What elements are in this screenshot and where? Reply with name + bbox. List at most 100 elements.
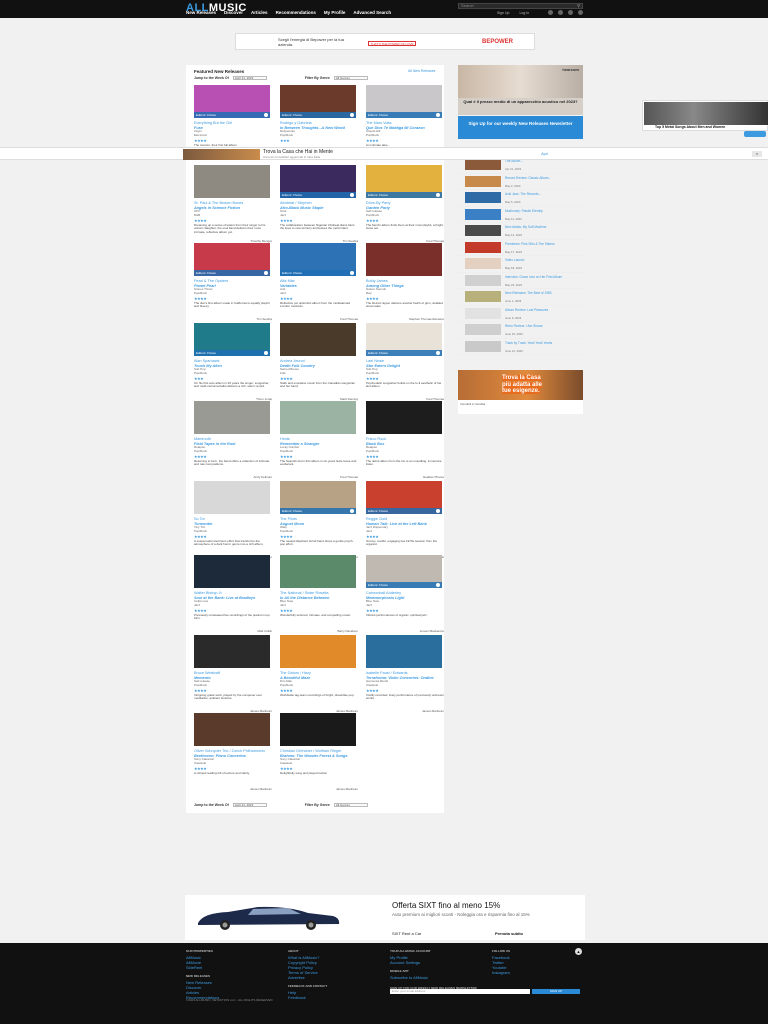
- album-card[interactable]: Editors' Choice Pearl & The Oysters Planet…: [194, 243, 272, 321]
- week-select[interactable]: April 21, 2023: [232, 76, 267, 80]
- album-card[interactable]: Editors' Choice Alan Sparhawk Touch My Ali…: [194, 323, 272, 401]
- sticky-strip-ad[interactable]: Trova la Casa che Hai in Mente Annunci i…: [0, 147, 768, 160]
- article-thumbnail[interactable]: [465, 192, 501, 203]
- album-card[interactable]: Editors' Choice Lael Neale Star Eaters Del…: [366, 323, 444, 401]
- article-thumbnail[interactable]: [465, 258, 501, 269]
- album-card[interactable]: Frisco Rock Black Box Relapse Pop/Rock ★★★★ T…: [366, 401, 444, 479]
- article-thumbnail[interactable]: [465, 208, 501, 220]
- album-cover[interactable]: Editors' Choice: [194, 323, 270, 356]
- sidebar-article[interactable]: New Artists: My Soft Machine May 12, 2023: [458, 223, 583, 240]
- play-icon[interactable]: [436, 509, 440, 513]
- album-card[interactable]: Hinds Remember a Stranger Lucky Number Pop/…: [280, 401, 358, 479]
- album-critic[interactable]: Matt Collar: [194, 629, 272, 633]
- youtube-icon[interactable]: [578, 10, 583, 15]
- nav-my-profile[interactable]: My Profile: [324, 10, 346, 15]
- album-cover[interactable]: [280, 555, 356, 588]
- article-title[interactable]: Track by Track: Yeah Yeah Yeahs: [505, 341, 580, 345]
- album-critic[interactable]: Fred Thomas: [280, 317, 358, 321]
- article-thumbnail[interactable]: [465, 307, 501, 319]
- play-icon[interactable]: [436, 351, 440, 355]
- article-title[interactable]: Mudhoney: Plastic Eternity: [505, 209, 580, 213]
- sidebar-article[interactable]: Album Review: Lost Pleasures June 9, 2023: [458, 306, 583, 322]
- play-icon[interactable]: [264, 351, 268, 355]
- album-card[interactable]: Editors' Choice Afrobeat / Stephen Afro-Bl…: [280, 165, 358, 243]
- album-critic[interactable]: Tim Sendra: [194, 317, 272, 321]
- newsletter-signup-button[interactable]: SIGN UP: [532, 989, 580, 994]
- album-critic[interactable]: James Manheim: [194, 787, 272, 791]
- top-banner-ad[interactable]: Scegli l'energia di Bepower per la tua a…: [235, 33, 535, 50]
- close-floating-ad-button[interactable]: [744, 131, 766, 137]
- album-card[interactable]: The National / Sister Rosetta In All the …: [280, 555, 358, 633]
- article-title[interactable]: Acid Jazz: The Records...: [505, 192, 580, 196]
- album-card[interactable]: Editors' Choice Reggie Gold Human Talk: Li…: [366, 481, 444, 559]
- album-critic[interactable]: Andy Kellman: [194, 475, 272, 479]
- play-icon[interactable]: [350, 193, 354, 197]
- album-cover[interactable]: [280, 323, 356, 356]
- album-cover[interactable]: Editors' Choice: [366, 481, 442, 514]
- ad-cta[interactable]: Prenota subito: [495, 931, 523, 936]
- ad-cta-button[interactable]: THAT'S THE POWER OF LOVE: [368, 41, 416, 46]
- play-icon[interactable]: [350, 113, 354, 117]
- album-cover[interactable]: Editors' Choice: [280, 165, 356, 198]
- sidebar-article[interactable]: Mudhoney: Plastic Eternity May 11, 2023: [458, 207, 583, 223]
- article-thumbnail[interactable]: [465, 340, 501, 352]
- album-card[interactable]: Bruce Wetstraff Memento Self-release Pop/Ro…: [194, 635, 272, 713]
- play-icon[interactable]: [350, 271, 354, 275]
- back-to-top-button[interactable]: ▲: [575, 948, 582, 955]
- album-card[interactable]: St. Paul & The Broken Bones Angels in Sci…: [194, 165, 272, 243]
- twitter-icon[interactable]: [558, 10, 563, 15]
- article-title[interactable]: Record Review: Classic Album...: [505, 176, 580, 180]
- sidebar-article[interactable]: Record Review: Classic Album... May 2, 20…: [458, 174, 583, 190]
- close-icon[interactable]: x: [752, 151, 762, 157]
- nav-recommendations[interactable]: Recommendations: [276, 10, 316, 15]
- album-artist[interactable]: Oliver Schnyder Trio / Zurich Philharmon…: [194, 749, 272, 754]
- search-icon[interactable]: ⚲: [577, 4, 580, 8]
- album-card[interactable]: Christian Gerhaher / Wolfram Rieger Brahm…: [280, 713, 358, 791]
- article-title[interactable]: Video Launch: [505, 258, 580, 262]
- album-critic[interactable]: Timothy Monger: [194, 239, 272, 243]
- album-critic[interactable]: Thom Jurek: [194, 397, 272, 401]
- album-critic[interactable]: Tim Sendra: [280, 239, 358, 243]
- facebook-icon[interactable]: [548, 10, 553, 15]
- album-critic[interactable]: Fred Thomas: [366, 239, 444, 243]
- album-cover[interactable]: Editors' Choice: [366, 85, 442, 118]
- nav-new-releases[interactable]: New Releases: [186, 10, 216, 15]
- article-title[interactable]: New Artists: My Soft Machine: [505, 225, 580, 229]
- footer-link[interactable]: Advertise: [288, 975, 327, 980]
- sidebar-article[interactable]: Interview: Grace Ives on Her First Album…: [458, 273, 583, 289]
- sidebar-article[interactable]: Track by Track: Yeah Yeah Yeahs June 21, …: [458, 339, 583, 355]
- play-icon[interactable]: [350, 509, 354, 513]
- week-select[interactable]: April 21, 2023: [232, 803, 267, 807]
- sidebar-article[interactable]: Video Launch May 18, 2023: [458, 256, 583, 273]
- album-cover[interactable]: Editors' Choice: [366, 165, 442, 198]
- album-cover[interactable]: Editors' Choice: [194, 243, 270, 276]
- article-title[interactable]: Interview: Grace Ives on Her First Album: [505, 275, 580, 279]
- album-cover[interactable]: Editors' Choice: [280, 481, 356, 514]
- footer-link[interactable]: Subscribe to AllMusic: [390, 975, 477, 980]
- article-title[interactable]: Premieres: Pink Siifu & The Sisters: [505, 242, 580, 246]
- strip-ad-cta[interactable]: Apri: [541, 151, 548, 156]
- album-cover[interactable]: [194, 481, 270, 514]
- play-icon[interactable]: [264, 271, 268, 275]
- real-estate-ad[interactable]: Trova la Casa più adatta alle tue esigen…: [458, 370, 583, 414]
- newsletter-email-input[interactable]: Enter your email address: [390, 989, 530, 994]
- play-icon[interactable]: [436, 113, 440, 117]
- album-cover[interactable]: [194, 401, 270, 434]
- sidebar-article[interactable]: Acid Jazz: The Records... May 5, 2023: [458, 190, 583, 207]
- album-card[interactable]: Boldy James Among Other Things Nature Soun…: [366, 243, 444, 321]
- album-card[interactable]: Editors' Choice The Pilots August Moon Warp…: [280, 481, 358, 559]
- signup-link[interactable]: Sign Up: [497, 11, 509, 15]
- album-critic[interactable]: Mark Deming: [280, 397, 358, 401]
- all-new-releases-link[interactable]: All New Releases: [408, 69, 435, 73]
- album-critic[interactable]: Jeroen Mackenzie: [366, 629, 444, 633]
- album-cover[interactable]: [194, 555, 270, 588]
- album-critic[interactable]: James Manheim: [194, 709, 272, 713]
- album-cover[interactable]: Editors' Choice: [280, 85, 356, 118]
- album-cover[interactable]: Editors' Choice: [280, 243, 356, 276]
- album-cover[interactable]: Editors' Choice: [366, 323, 442, 356]
- album-cover[interactable]: [194, 713, 270, 746]
- album-cover[interactable]: [280, 401, 356, 434]
- sidebar-article[interactable]: Premieres: Pink Siifu & The Sisters May 1…: [458, 240, 583, 256]
- genre-select[interactable]: All Genres: [333, 76, 368, 80]
- article-thumbnail[interactable]: [465, 225, 501, 236]
